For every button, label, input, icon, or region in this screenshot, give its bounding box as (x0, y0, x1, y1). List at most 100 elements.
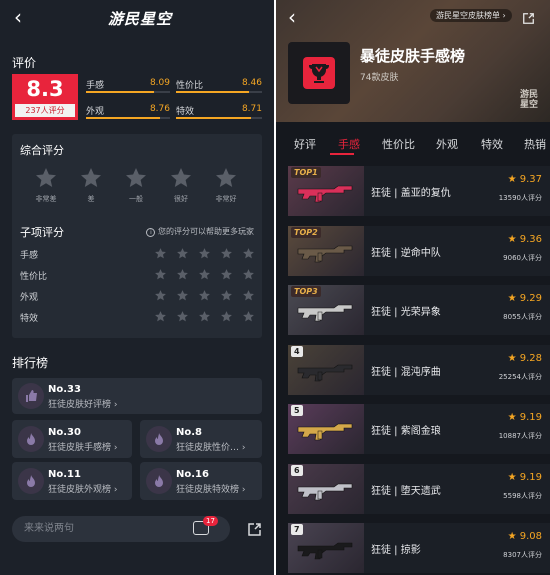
ranking-card[interactable]: No.11 狂徒皮肤外观榜 › (12, 462, 132, 500)
ranking-tabs: 好评 手感 性价比 外观 特效 热销 (276, 130, 550, 156)
tab-0[interactable]: 好评 (294, 136, 316, 152)
skin-score: ★ 9.19 (508, 472, 542, 483)
sub-rating-star-icon[interactable] (176, 247, 189, 260)
sub-rating-star-icon[interactable] (176, 289, 189, 302)
sub-rating-star-icon[interactable] (154, 289, 167, 302)
tab-3[interactable]: 外观 (436, 136, 458, 152)
ranking-number: No.33 (48, 384, 81, 395)
ranking-number: No.30 (48, 427, 81, 438)
share-icon[interactable] (522, 10, 535, 29)
sub-rating-star-icon[interactable] (242, 310, 255, 323)
sub-rating-star-icon[interactable] (154, 268, 167, 281)
star-label: 差 (87, 195, 95, 203)
skin-rating-count: 10887人评分 (498, 432, 542, 440)
trophy-icon (303, 57, 335, 89)
score-value: 8.3 (26, 77, 64, 101)
skin-name: 狂徒 | 逆命中队 (371, 247, 441, 259)
sub-rating-star-icon[interactable] (242, 289, 255, 302)
skin-rating-count: 8055人评分 (503, 313, 542, 321)
skin-detail-panel: ‹ 游民星空 评价 8.3 237人评分 手感 8.09 性价比 8.46 外观 8.76… (0, 0, 274, 575)
sub-rating-star-icon[interactable] (242, 268, 255, 281)
sub-rating-star-icon[interactable] (176, 268, 189, 281)
star-label: 很好 (174, 195, 188, 203)
sub-rating-star-icon[interactable] (242, 247, 255, 260)
star-label: 非常差 (35, 195, 57, 203)
ranking-row[interactable]: 6 狂徒 | 堕天遗武 ★ 9.19 5598人评分 (288, 463, 550, 514)
skin-name: 狂徒 | 光荣异象 (371, 307, 441, 318)
skin-thumbnail: 5 (288, 404, 364, 454)
metric-bar (86, 91, 170, 93)
skin-name: 狂徒 | 堕天遗武 (371, 485, 441, 497)
rifle-icon (296, 359, 356, 383)
ranking-card[interactable]: No.33 狂徒皮肤好评榜 › (12, 378, 262, 414)
ranking-row[interactable]: TOP1 狂徒 | 盖亚的复仇 ★ 9.37 13590人评分 (288, 166, 550, 216)
rating-star-excellent-icon[interactable] (214, 166, 238, 190)
ranking-card[interactable]: No.16 狂徒皮肤特效榜 › (140, 462, 262, 500)
skin-score-value: 9.08 (519, 531, 542, 542)
metric-1: 性价比 8.46 (176, 78, 262, 94)
rank-badge: 4 (291, 345, 303, 357)
star-icon: ★ (507, 293, 517, 304)
sub-rating-star-icon[interactable] (198, 310, 211, 323)
ranking-name: 狂徒皮肤特效榜 › (176, 485, 246, 495)
ranking-name: 狂徒皮肤好评榜 › (48, 400, 118, 410)
rating-star-good-icon[interactable] (169, 166, 193, 190)
ranking-row[interactable]: 4 狂徒 | 混沌序曲 ★ 9.28 25254人评分 (288, 344, 550, 395)
sub-rating-star-icon[interactable] (176, 310, 189, 323)
sub-rating-star-icon[interactable] (220, 247, 233, 260)
rank-badge: TOP2 (291, 226, 321, 238)
sub-rating-star-icon[interactable] (220, 310, 233, 323)
rifle-icon (296, 240, 356, 264)
share-icon[interactable] (247, 522, 262, 541)
star-icon: ★ (507, 174, 517, 185)
skin-score: ★ 9.37 (508, 174, 542, 185)
flame-icon (146, 426, 172, 452)
rating-star-poor-icon[interactable] (79, 166, 103, 190)
ranking-row[interactable]: 7 狂徒 | 掠影 ★ 9.08 8307人评分 (288, 523, 550, 573)
metric-value: 8.76 (149, 104, 170, 114)
ranking-header: ‹ 游民星空皮肤榜单 › 暴徒皮肤手感榜 74款皮肤 游民 星空 (276, 0, 550, 122)
ranking-row[interactable]: TOP3 狂徒 | 光荣异象 ★ 9.29 8055人评分 (288, 285, 550, 335)
skin-thumbnail: 4 (288, 344, 364, 395)
metric-bar (176, 117, 262, 119)
sub-rating-star-icon[interactable] (198, 247, 211, 260)
ranking-cover (288, 42, 350, 104)
ranking-row[interactable]: 5 狂徒 | 紫阁金琅 ★ 9.19 10887人评分 (288, 404, 550, 454)
tab-2[interactable]: 性价比 (382, 136, 415, 152)
sub-rating-star-icon[interactable] (154, 247, 167, 260)
ranking-number: No.16 (176, 469, 209, 480)
tab-4[interactable]: 特效 (481, 136, 503, 152)
sub-rating-label: 外观 (20, 293, 39, 303)
metric-bar-fill (176, 117, 251, 119)
ranking-card[interactable]: No.30 狂徒皮肤手感榜 › (12, 420, 132, 458)
metric-value: 8.09 (149, 78, 170, 88)
sub-rating-label: 特效 (20, 314, 39, 324)
tab-1[interactable]: 手感 (338, 136, 360, 152)
sub-rating-star-icon[interactable] (154, 310, 167, 323)
comment-count-badge: 17 (203, 516, 218, 526)
hint-text: 您的评分可以帮助更多玩家 (158, 227, 254, 236)
ranking-name: 狂徒皮肤外观榜 › (48, 485, 118, 495)
sub-rating-star-icon[interactable] (220, 268, 233, 281)
rating-star-very-poor-icon[interactable] (34, 166, 58, 190)
ranking-number: No.8 (176, 427, 202, 438)
skin-name: 狂徒 | 盖亚的复仇 (371, 188, 451, 199)
sub-rating-star-icon[interactable] (198, 268, 211, 281)
rating-star-average-icon[interactable] (124, 166, 148, 190)
ranking-name: 狂徒皮肤性价… › (176, 443, 246, 453)
rank-badge: TOP1 (291, 167, 321, 178)
metric-bar-fill (86, 117, 160, 119)
ranking-row[interactable]: TOP2 狂徒 | 逆命中队 ★ 9.36 9060人评分 (288, 225, 550, 276)
source-pill[interactable]: 游民星空皮肤榜单 › (430, 9, 512, 22)
star-label: 非常好 (215, 195, 237, 203)
ranking-name: 狂徒皮肤手感榜 › (48, 443, 118, 453)
sub-rating-star-icon[interactable] (220, 289, 233, 302)
overall-score: 8.3 237人评分 (12, 74, 78, 120)
star-icon: ★ (507, 352, 517, 364)
metric-bar (86, 117, 170, 119)
sub-rating-star-icon[interactable] (198, 289, 211, 302)
back-icon[interactable]: ‹ (288, 5, 296, 29)
back-icon[interactable]: ‹ (14, 5, 22, 29)
ranking-card[interactable]: No.8 狂徒皮肤性价… › (140, 420, 262, 458)
tab-5[interactable]: 热销 (524, 136, 546, 152)
